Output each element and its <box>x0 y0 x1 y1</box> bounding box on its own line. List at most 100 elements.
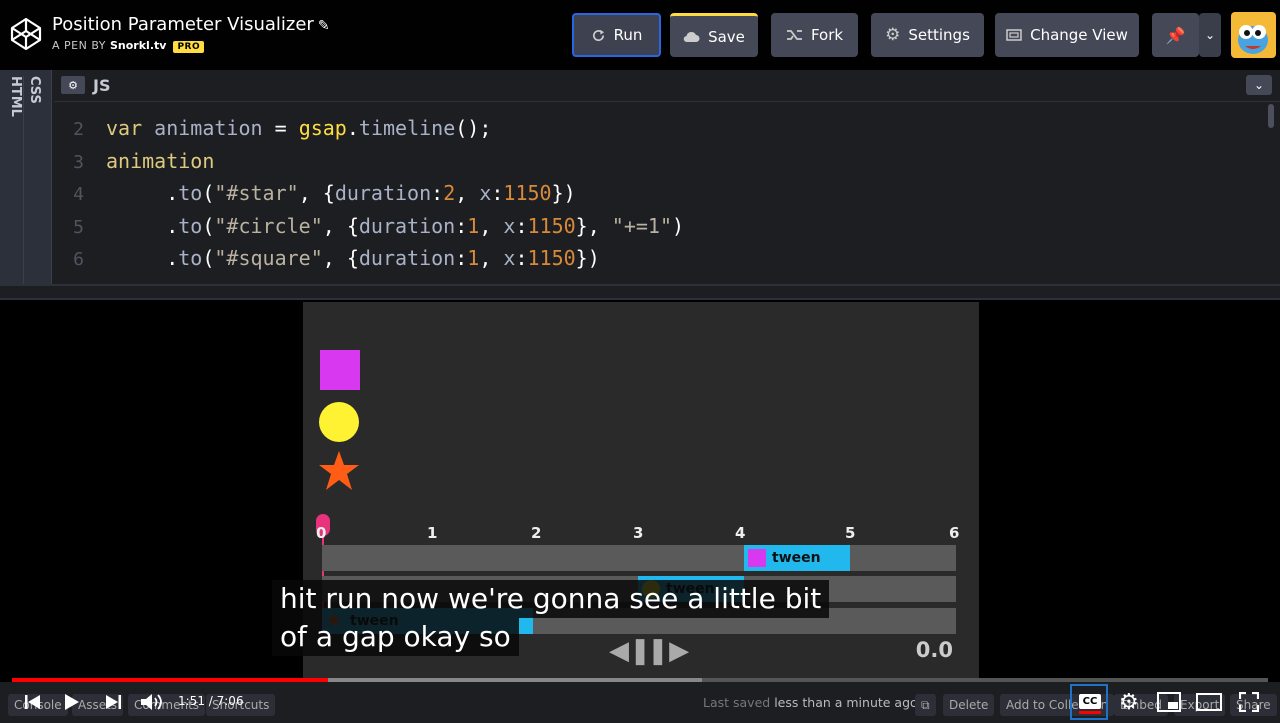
js-settings-icon[interactable]: ⚙ <box>61 76 85 94</box>
js-panel-title: JS <box>93 76 111 95</box>
volume-icon[interactable] <box>140 692 164 712</box>
code-token: animation <box>154 116 275 140</box>
editor-resize-handle[interactable] <box>0 284 1280 300</box>
code-token: : <box>515 246 528 271</box>
code-line[interactable]: 3 animation <box>54 149 214 181</box>
timeline-tick: 4 <box>735 524 746 542</box>
code-token: : <box>455 246 468 271</box>
code-token: to <box>178 181 203 206</box>
code-token: }, <box>575 213 612 238</box>
video-duration: 7:06 <box>216 694 244 708</box>
code-token: , { <box>322 213 359 238</box>
code-token: "#star" <box>214 181 299 206</box>
editor-area: HTML CSS ⚙ JS ⌄ 2 var animation = gsap.ti… <box>0 70 1280 300</box>
editor-scrollbar[interactable] <box>1268 104 1274 128</box>
code-line[interactable]: 2 var animation = gsap.timeline(); <box>54 116 491 148</box>
gear-icon: ⚙ <box>885 25 901 45</box>
code-line[interactable]: 6 .to("#square", {duration:1, x:1150}) <box>54 246 600 278</box>
js-panel-menu-chevron-icon[interactable]: ⌄ <box>1246 75 1272 95</box>
code-token: : <box>491 181 504 206</box>
next-icon[interactable] <box>104 694 122 710</box>
star-shape <box>319 451 359 490</box>
code-token: : <box>431 181 444 206</box>
pin-icon: 📌 <box>1165 25 1186 45</box>
byline-prefix: A PEN BY <box>52 39 106 52</box>
previous-icon[interactable] <box>24 694 42 710</box>
refresh-icon <box>592 29 604 41</box>
fork-button[interactable]: Fork <box>771 13 858 57</box>
timeline-tick: 0 <box>316 524 327 542</box>
code-line[interactable]: 4 .to("#star", {duration:2, x:1150}) <box>54 181 576 213</box>
tab-css[interactable]: CSS <box>18 76 42 276</box>
code-token: duration <box>358 246 456 271</box>
code-token: ( <box>202 181 215 206</box>
code-line[interactable]: 5 .to("#circle", {duration:1, x:1150}, "… <box>54 214 684 246</box>
edit-pencil-icon[interactable]: ✎ <box>318 18 330 34</box>
video-current-time: 1:51 <box>178 694 205 708</box>
code-token: 1150 <box>527 213 576 238</box>
code-token: , { <box>298 181 335 206</box>
code-token: . <box>346 116 359 140</box>
cloud-icon <box>683 31 700 42</box>
code-token: 1150 <box>527 246 576 271</box>
open-external-icon[interactable]: ⧉ <box>915 694 936 716</box>
circle-shape <box>319 402 359 442</box>
timeline-tick: 1 <box>427 524 438 542</box>
user-avatar[interactable] <box>1231 12 1276 58</box>
code-token: , <box>479 213 504 238</box>
captions-icon: CC <box>1079 694 1101 709</box>
video-caption-line-1: hit run now we're gonna see a little bit <box>272 580 830 618</box>
code-token: to <box>178 246 203 271</box>
code-token: "#square" <box>214 246 323 271</box>
save-label: Save <box>708 27 745 46</box>
line-number: 3 <box>73 151 84 173</box>
code-token: . <box>106 246 179 271</box>
code-token: "#circle" <box>214 213 323 238</box>
last-saved-prefix: Last saved <box>703 695 771 710</box>
change-view-label: Change View <box>1030 26 1128 44</box>
run-button[interactable]: Run <box>572 13 661 57</box>
settings-gear-icon[interactable]: ⚙ <box>1119 690 1139 715</box>
settings-label: Settings <box>908 26 970 44</box>
miniplayer-icon[interactable] <box>1157 692 1181 712</box>
author-link[interactable]: Snorkl.tv <box>110 39 166 52</box>
codepen-logo-icon[interactable] <box>10 17 42 51</box>
code-token: = <box>274 116 299 140</box>
delete-button[interactable]: Delete <box>943 694 995 716</box>
timeline-playback-controls[interactable]: ◀ ❚❚ ▶ <box>609 636 689 666</box>
code-token: duration <box>358 213 456 238</box>
settings-button[interactable]: ⚙ Settings <box>871 13 984 57</box>
code-token: 1 <box>467 213 480 238</box>
code-token: ( <box>202 213 215 238</box>
code-token: : <box>455 213 468 238</box>
code-token: x <box>503 213 516 238</box>
code-token: (); <box>455 116 492 140</box>
code-token: x <box>503 246 516 271</box>
line-number: 5 <box>73 216 84 238</box>
pro-badge: PRO <box>173 41 205 53</box>
fullscreen-icon[interactable] <box>1239 692 1259 712</box>
timeline-track: tween <box>322 545 956 571</box>
theater-mode-icon[interactable] <box>1196 693 1222 711</box>
fork-label: Fork <box>810 26 844 44</box>
tween-bar-square[interactable]: tween <box>744 545 850 571</box>
code-token: . <box>106 213 179 238</box>
js-panel-header: ⚙ JS ⌄ <box>54 70 1280 102</box>
preview-frame: 0 1 2 3 4 5 6 tween tween ★ <box>0 300 1280 680</box>
code-token: , <box>479 246 504 271</box>
avatar-icon <box>1238 25 1268 54</box>
code-token: . <box>106 181 179 206</box>
pen-title[interactable]: Position Parameter Visualizer ✎ <box>52 14 330 35</box>
code-token: , <box>455 181 480 206</box>
last-saved-value: less than a minute ago <box>774 695 918 710</box>
code-editor[interactable]: 2 var animation = gsap.timeline(); 3 animat… <box>54 102 1266 284</box>
pin-button[interactable]: 📌 <box>1152 13 1199 57</box>
captions-active-indicator <box>1079 711 1101 714</box>
change-view-button[interactable]: Change View <box>995 13 1139 57</box>
code-token: ) <box>672 213 685 238</box>
save-button[interactable]: Save <box>670 13 758 57</box>
play-icon[interactable] <box>64 693 80 711</box>
codepen-youtube-screen: Position Parameter Visualizer ✎ A PEN BY … <box>0 0 1280 723</box>
pin-dropdown-button[interactable]: ⌄ <box>1199 13 1221 57</box>
code-token: animation <box>106 148 215 173</box>
